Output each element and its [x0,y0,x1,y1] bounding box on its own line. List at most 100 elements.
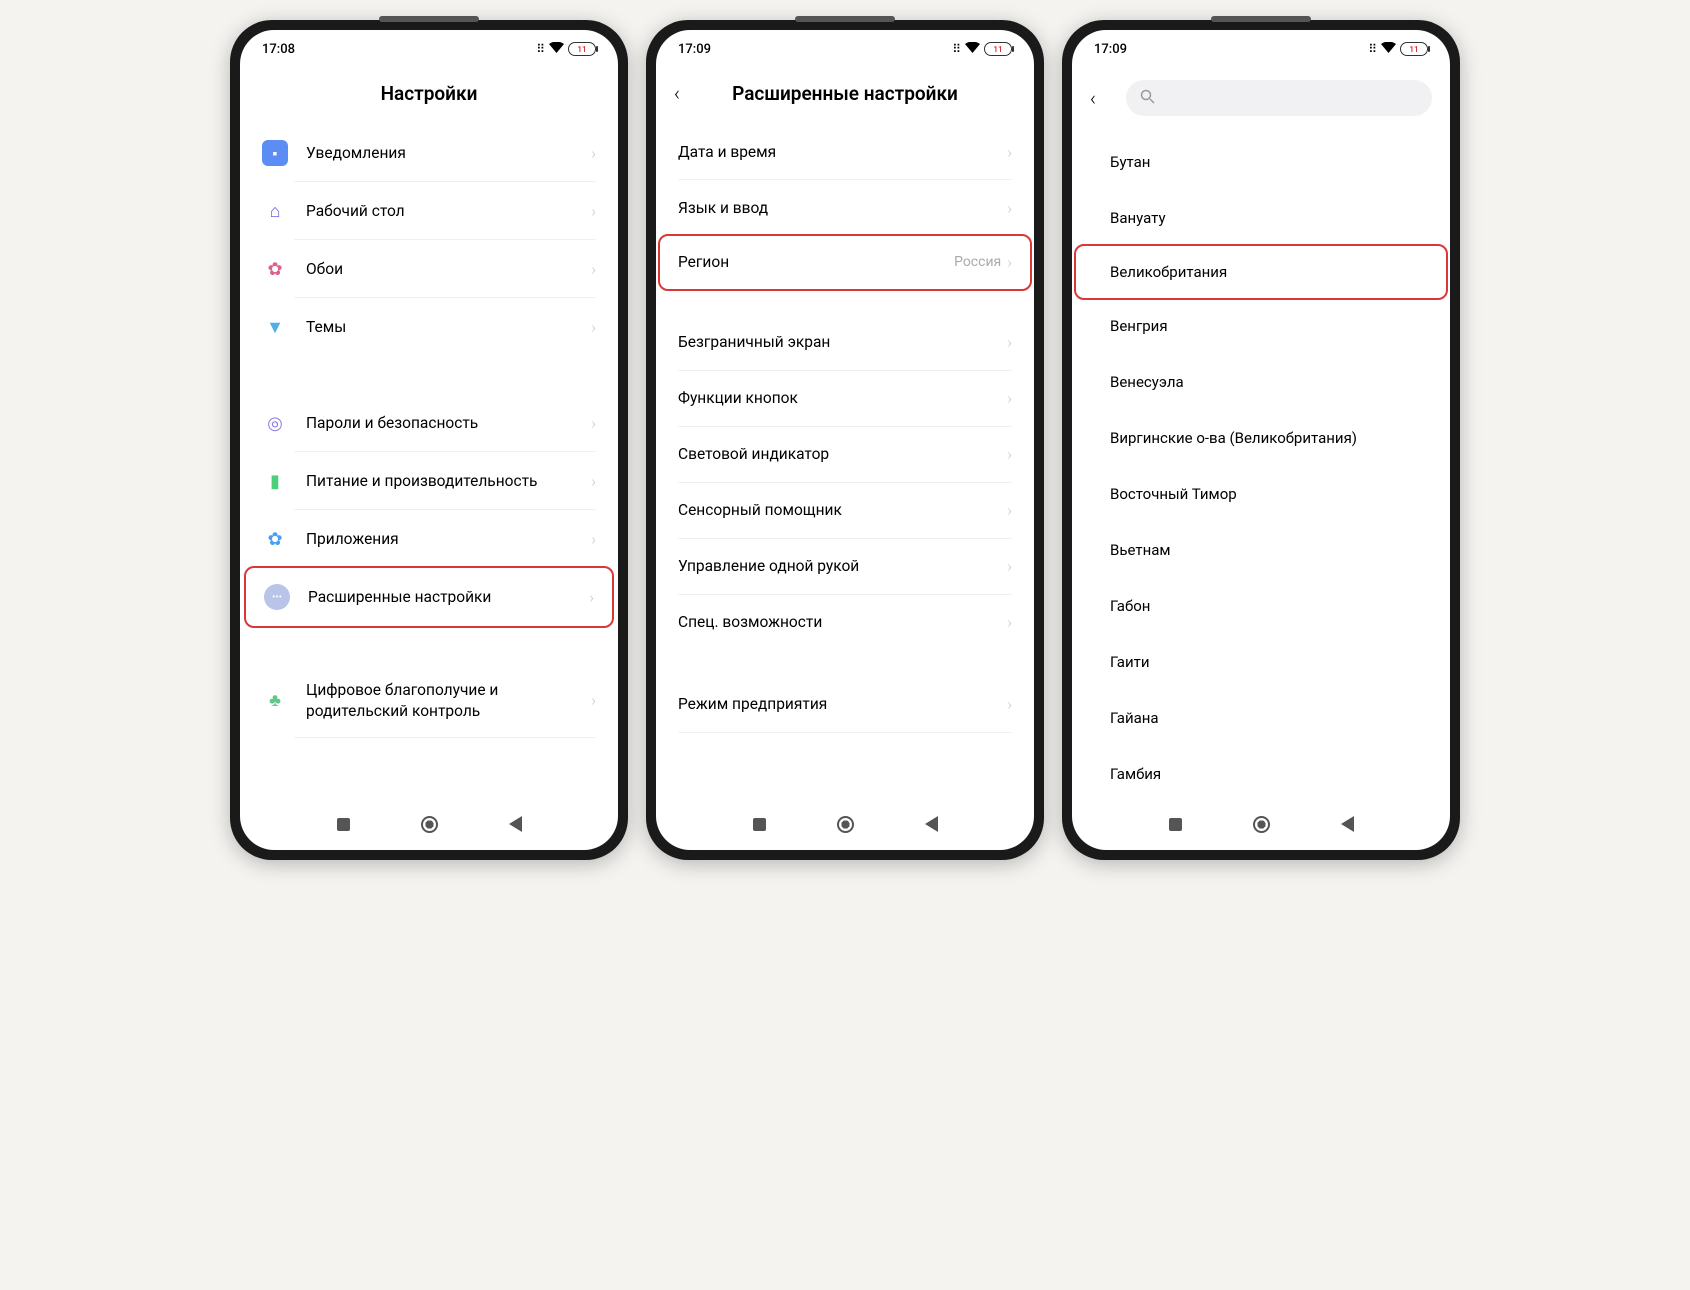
country-item[interactable]: Гамбия [1076,746,1446,798]
wifi-icon [1381,42,1396,56]
chevron-right-icon: › [1007,333,1012,352]
country-label: Гамбия [1110,764,1422,784]
country-label: Гайана [1110,708,1422,728]
country-item[interactable]: Вьетнам [1076,522,1446,578]
country-label: Бутан [1110,152,1422,172]
battery-icon: 11 [1400,42,1428,56]
settings-item-notifications[interactable]: ▪ Уведомления › [244,124,614,182]
item-label: Уведомления [306,143,591,164]
item-label: Пароли и безопасность [306,413,591,434]
chevron-right-icon: › [1007,143,1012,162]
item-label: Рабочий стол [306,201,591,222]
item-label: Темы [306,317,591,338]
settings-item-security[interactable]: ◎ Пароли и безопасность › [244,394,614,452]
chevron-right-icon: › [1007,389,1012,408]
wellbeing-icon: ♣ [262,688,288,714]
status-time: 17:08 [262,42,295,57]
country-label: Вануату [1110,208,1422,228]
settings-item-home[interactable]: ⌂ Рабочий стол › [244,182,614,240]
country-item[interactable]: Гайана [1076,690,1446,746]
battery-settings-icon: ▮ [262,468,288,494]
chevron-right-icon: › [591,691,596,710]
nav-home-button[interactable] [1252,815,1270,833]
signal-icon: ⠿ [536,42,545,56]
nav-recents-button[interactable] [334,815,352,833]
wifi-icon [549,42,564,56]
item-label: Обои [306,259,591,280]
chevron-right-icon: › [591,202,596,221]
country-label: Вьетнам [1110,540,1422,560]
nav-back-button[interactable] [1338,815,1356,833]
wifi-icon [965,42,980,56]
chevron-right-icon: › [591,414,596,433]
nav-back-button[interactable] [506,815,524,833]
settings-item-wallpaper[interactable]: ✿ Обои › [244,240,614,298]
chevron-right-icon: › [1007,695,1012,714]
battery-icon: 11 [984,42,1012,56]
country-item[interactable]: Виргинские о-ва (Великобритания) [1076,410,1446,466]
item-label: Спец. возможности [678,612,1007,633]
phone-settings: 17:08 ⠿ 11 Настройки ▪ Уведомления › ⌂ Р… [230,20,628,860]
advanced-item-accessibility[interactable]: Спец. возможности › [660,595,1030,651]
country-item[interactable]: Венесуэла [1076,354,1446,410]
advanced-item-datetime[interactable]: Дата и время › [660,124,1030,180]
nav-recents-button[interactable] [1166,815,1184,833]
nav-back-button[interactable] [922,815,940,833]
advanced-item-enterprise[interactable]: Режим предприятия › [660,677,1030,733]
item-label: Язык и ввод [678,198,1007,219]
back-button[interactable]: ‹ [1090,86,1118,110]
phone-region-list: 17:09 ⠿ 11 ‹ Бутан Вануату Великобритания В… [1062,20,1460,860]
advanced-item-onehand[interactable]: Управление одной рукой › [660,539,1030,595]
chevron-right-icon: › [1007,199,1012,218]
advanced-item-led[interactable]: Световой индикатор › [660,427,1030,483]
settings-item-advanced[interactable]: ••• Расширенные настройки › [244,566,614,628]
item-label: Регион [678,252,954,273]
chevron-right-icon: › [589,588,594,607]
search-input[interactable] [1126,80,1432,116]
country-item[interactable]: Восточный Тимор [1076,466,1446,522]
item-label: Световой индикатор [678,444,1007,465]
settings-item-battery[interactable]: ▮ Питание и производительность › [244,452,614,510]
search-icon [1140,89,1155,108]
item-value: Россия [954,254,1001,270]
themes-icon: ▼ [262,314,288,340]
chevron-right-icon: › [1007,613,1012,632]
advanced-item-language[interactable]: Язык и ввод › [660,180,1030,236]
advanced-item-buttons[interactable]: Функции кнопок › [660,371,1030,427]
country-item[interactable]: Великобритания [1074,244,1448,300]
settings-item-apps[interactable]: ✿ Приложения › [244,510,614,568]
settings-item-themes[interactable]: ▼ Темы › [244,298,614,356]
item-label: Функции кнопок [678,388,1007,409]
item-label: Цифровое благополучие и родительский кон… [306,680,591,722]
nav-home-button[interactable] [836,815,854,833]
settings-item-wellbeing[interactable]: ♣ Цифровое благополучие и родительский к… [244,664,614,738]
country-item[interactable]: Венгрия [1076,298,1446,354]
status-bar: 17:08 ⠿ 11 [240,30,618,68]
country-label: Венгрия [1110,316,1422,336]
nav-recents-button[interactable] [750,815,768,833]
chevron-right-icon: › [591,318,596,337]
country-item[interactable]: Габон [1076,578,1446,634]
security-icon: ◎ [262,410,288,436]
country-list: Бутан Вануату Великобритания Венгрия Венесуэ… [1072,134,1450,798]
advanced-item-fullscreen[interactable]: Безграничный экран › [660,315,1030,371]
nav-bar [1072,798,1450,850]
item-label: Расширенные настройки [308,587,589,608]
status-time: 17:09 [678,42,711,57]
status-time: 17:09 [1094,42,1127,57]
item-label: Управление одной рукой [678,556,1007,577]
country-item[interactable]: Вануату [1076,190,1446,246]
header: Настройки [240,68,618,124]
signal-icon: ⠿ [952,42,961,56]
chevron-right-icon: › [1007,445,1012,464]
page-title: Расширенные настройки [674,82,1016,105]
nav-bar [656,798,1034,850]
advanced-item-region[interactable]: Регион Россия › [658,234,1032,291]
nav-home-button[interactable] [420,815,438,833]
country-item[interactable]: Бутан [1076,134,1446,190]
advanced-item-quickball[interactable]: Сенсорный помощник › [660,483,1030,539]
header: ‹ [1072,68,1450,134]
status-bar: 17:09 ⠿ 11 [1072,30,1450,68]
nav-bar [240,798,618,850]
country-item[interactable]: Гаити [1076,634,1446,690]
